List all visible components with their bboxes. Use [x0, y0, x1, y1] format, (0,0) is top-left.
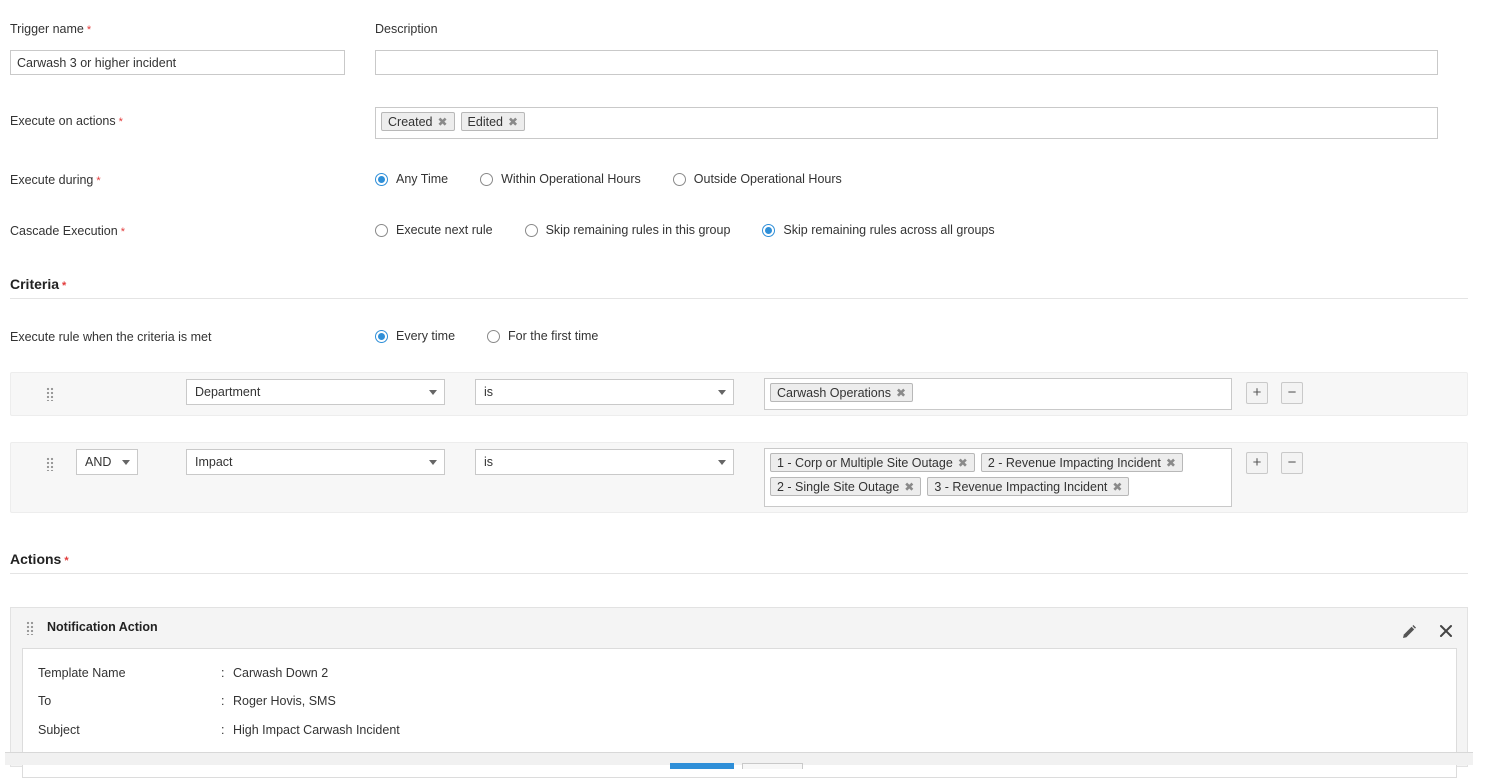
radio-unselected-icon	[672, 172, 686, 186]
drag-handle-icon[interactable]	[26, 621, 34, 635]
notification-action-title: Notification Action	[47, 620, 158, 634]
cancel-button[interactable]	[742, 763, 803, 769]
required-marker: *	[96, 175, 101, 187]
criteria-value-tags[interactable]: 1 - Corp or Multiple Site Outage ✖ 2 - Re…	[764, 448, 1232, 507]
tag-value: Carwash Operations ✖	[770, 383, 914, 402]
chevron-down-icon	[429, 390, 437, 395]
radio-execute-next-rule[interactable]: Execute next rule	[375, 223, 493, 237]
tag-value: 3 - Revenue Impacting Incident ✖	[927, 477, 1130, 496]
template-name-key: Template Name	[38, 666, 126, 680]
notification-action-panel: Notification Action Template Name : Carw…	[10, 607, 1468, 778]
drag-handle-icon[interactable]	[46, 457, 54, 471]
remove-criteria-button[interactable]: −	[1281, 382, 1303, 404]
chevron-down-icon	[122, 460, 130, 465]
save-button[interactable]	[670, 763, 734, 769]
tag-value: 2 - Single Site Outage ✖	[770, 477, 922, 496]
radio-any-time[interactable]: Any Time	[375, 172, 448, 186]
required-marker: *	[118, 116, 123, 128]
cascade-execution-radio-group: Execute next rule Skip remaining rules i…	[375, 223, 1027, 237]
radio-unselected-icon	[375, 223, 388, 237]
radio-unselected-icon	[487, 329, 501, 343]
chevron-down-icon	[429, 460, 437, 465]
criteria-field-select[interactable]: Impact	[186, 449, 445, 475]
required-marker: *	[64, 555, 69, 567]
chevron-down-icon	[718, 460, 726, 465]
execute-when-radio-group: Every time For the first time	[375, 329, 630, 343]
criteria-field-select[interactable]: Department	[186, 379, 445, 405]
tag-remove-icon[interactable]: ✖	[437, 115, 447, 129]
kv-separator: :	[221, 666, 225, 680]
remove-criteria-button[interactable]: −	[1281, 452, 1303, 474]
required-marker: *	[62, 280, 67, 292]
required-marker: *	[120, 226, 125, 238]
bottom-action-bar	[5, 752, 1473, 769]
execute-during-label: Execute during *	[10, 173, 101, 187]
radio-selected-icon	[762, 223, 776, 237]
trigger-name-label: Trigger name *	[10, 22, 92, 36]
radio-within-operational-hours[interactable]: Within Operational Hours	[480, 172, 641, 186]
criteria-row: AND Impact is 1 - Corp or Multiple Site …	[10, 442, 1468, 513]
criteria-row: Department is Carwash Operations ✖ + −	[10, 372, 1468, 416]
subject-value: High Impact Carwash Incident	[233, 723, 400, 737]
edit-pencil-icon[interactable]	[1401, 624, 1417, 640]
chevron-down-icon	[718, 390, 726, 395]
tag-created: Created ✖	[381, 112, 455, 131]
add-criteria-button[interactable]: +	[1246, 452, 1268, 474]
criteria-operator-select[interactable]: is	[475, 379, 734, 405]
tag-remove-icon[interactable]: ✖	[904, 480, 914, 494]
to-value: Roger Hovis, SMS	[233, 694, 336, 708]
tag-remove-icon[interactable]: ✖	[1112, 480, 1122, 494]
radio-selected-icon	[375, 172, 388, 186]
kv-separator: :	[221, 694, 225, 708]
drag-handle-icon[interactable]	[46, 387, 54, 401]
criteria-section-title: Criteria *	[10, 276, 67, 292]
trigger-name-input[interactable]	[10, 50, 345, 75]
criteria-divider	[10, 298, 1468, 299]
radio-every-time[interactable]: Every time	[375, 329, 455, 343]
close-icon[interactable]	[1439, 624, 1453, 638]
radio-skip-remaining-in-group[interactable]: Skip remaining rules in this group	[524, 223, 730, 237]
criteria-joiner-select[interactable]: AND	[76, 449, 138, 475]
radio-first-time[interactable]: For the first time	[487, 329, 598, 343]
tag-remove-icon[interactable]: ✖	[508, 115, 518, 129]
radio-skip-remaining-all-groups[interactable]: Skip remaining rules across all groups	[762, 223, 995, 237]
tag-edited: Edited ✖	[460, 112, 526, 131]
execute-on-actions-label: Execute on actions *	[10, 114, 123, 128]
radio-outside-operational-hours[interactable]: Outside Operational Hours	[672, 172, 842, 186]
tag-remove-icon[interactable]: ✖	[896, 386, 906, 400]
to-key: To	[38, 694, 52, 708]
kv-separator: :	[221, 723, 225, 737]
criteria-operator-select[interactable]: is	[475, 449, 734, 475]
required-marker: *	[86, 24, 92, 36]
tag-remove-icon[interactable]: ✖	[1166, 456, 1176, 470]
actions-divider	[10, 573, 1468, 574]
tag-value: 1 - Corp or Multiple Site Outage ✖	[770, 453, 975, 472]
radio-selected-icon	[375, 329, 388, 343]
tag-remove-icon[interactable]: ✖	[958, 456, 968, 470]
execute-on-actions-tags[interactable]: Created ✖ Edited ✖	[375, 107, 1438, 139]
execute-during-radio-group: Any Time Within Operational Hours Outsid…	[375, 172, 874, 186]
cascade-execution-label: Cascade Execution *	[10, 224, 125, 238]
template-name-value: Carwash Down 2	[233, 666, 329, 680]
actions-section-title: Actions *	[10, 551, 69, 567]
add-criteria-button[interactable]: +	[1246, 382, 1268, 404]
subject-key: Subject	[38, 723, 80, 737]
execute-when-label: Execute rule when the criteria is met	[10, 330, 212, 344]
radio-unselected-icon	[480, 172, 494, 186]
description-label: Description	[375, 22, 438, 36]
radio-unselected-icon	[524, 223, 538, 237]
tag-value: 2 - Revenue Impacting Incident ✖	[980, 453, 1183, 472]
description-input[interactable]	[375, 50, 1438, 75]
criteria-value-tags[interactable]: Carwash Operations ✖	[764, 378, 1232, 410]
